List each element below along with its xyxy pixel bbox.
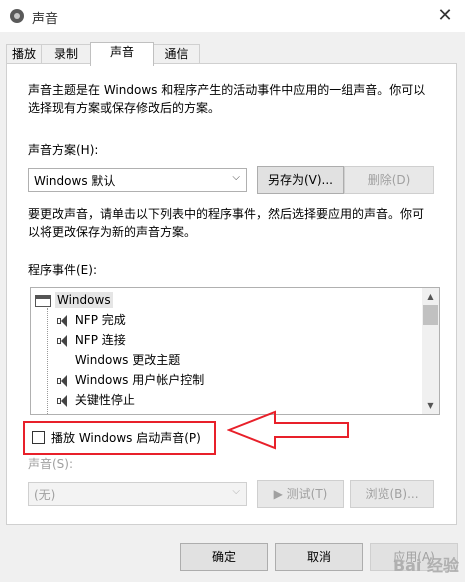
sound-selected-value: (无) [34, 488, 56, 502]
window-icon [35, 294, 51, 307]
scroll-up-icon[interactable]: ▲ [422, 288, 439, 305]
vertical-scrollbar[interactable]: ▲ ▼ [422, 288, 439, 414]
list-item-root[interactable]: Windows [35, 290, 113, 310]
change-text-line1: 要更改声音，请单击以下列表中的程序事件，然后选择要应用的声音。你可 [28, 207, 425, 221]
ok-button[interactable]: 确定 [180, 543, 268, 571]
sound-select[interactable]: (无) ⌵ [28, 482, 247, 506]
watermark: Bai 经验 [392, 556, 459, 575]
sound-label: 声音(S): [28, 457, 74, 471]
events-label: 程序事件(E): [28, 263, 97, 277]
list-item[interactable]: NFP 完成 [57, 310, 126, 330]
sounds-panel: 声音主题是在 Windows 和程序产生的活动事件中应用的一组声音。你可以 选择… [6, 63, 457, 525]
list-item[interactable]: Windows 用户帐户控制 [57, 370, 204, 390]
window-title: 声音 [32, 12, 59, 27]
intro-text-line2: 选择现有方案或保存修改后的方案。 [28, 101, 221, 115]
tab-sounds[interactable]: 声音 [90, 42, 154, 66]
list-item[interactable]: Windows 更改主题 [57, 350, 180, 370]
speaker-icon [57, 394, 71, 407]
event-label: NFP 完成 [74, 313, 126, 327]
chevron-down-icon: ⌵ [232, 172, 240, 183]
speaker-icon [57, 334, 71, 347]
events-listbox[interactable]: Windows NFP 完成 NFP 连接 Windows 更改主题 Windo… [30, 287, 440, 415]
startup-sound-label: 播放 Windows 启动声音(P) [51, 431, 201, 445]
event-label: Windows 更改主题 [74, 353, 181, 367]
tab-playback[interactable]: 播放 [6, 44, 42, 64]
red-arrow-icon [227, 410, 349, 450]
save-as-button[interactable]: 另存为(V)... [257, 166, 344, 194]
intro-text-line1: 声音主题是在 Windows 和程序产生的活动事件中应用的一组声音。你可以 [28, 83, 426, 97]
tab-communications[interactable]: 通信 [153, 44, 200, 64]
startup-sound-checkbox[interactable] [32, 431, 45, 444]
event-label: 关键性停止 [74, 393, 135, 407]
list-item[interactable]: 关键性停止 [57, 390, 135, 410]
close-icon[interactable]: ✕ [433, 4, 457, 28]
scheme-selected-value: Windows 默认 [34, 174, 116, 188]
root-label: Windows [55, 292, 113, 308]
speaker-icon [57, 314, 71, 327]
scheme-label: 声音方案(H): [28, 143, 99, 157]
scroll-down-icon[interactable]: ▼ [422, 397, 439, 414]
scheme-select[interactable]: Windows 默认 ⌵ [28, 168, 247, 192]
event-label: NFP 连接 [74, 333, 126, 347]
scroll-thumb[interactable] [423, 305, 438, 325]
chevron-down-icon: ⌵ [232, 486, 240, 497]
speaker-icon [10, 9, 24, 23]
speaker-icon [57, 374, 71, 387]
delete-button[interactable]: 删除(D) [344, 166, 434, 194]
cancel-button[interactable]: 取消 [275, 543, 363, 571]
title-bar: 声音 ✕ [0, 0, 465, 32]
event-label: Windows 用户帐户控制 [74, 373, 205, 387]
tree-line [47, 308, 48, 414]
tab-recording[interactable]: 录制 [41, 44, 91, 64]
list-item[interactable]: NFP 连接 [57, 330, 126, 350]
change-text-line2: 以将更改保存为新的声音方案。 [28, 225, 197, 239]
browse-button[interactable]: 浏览(B)... [350, 480, 434, 508]
test-button[interactable]: ▶ 测试(T) [257, 480, 344, 508]
